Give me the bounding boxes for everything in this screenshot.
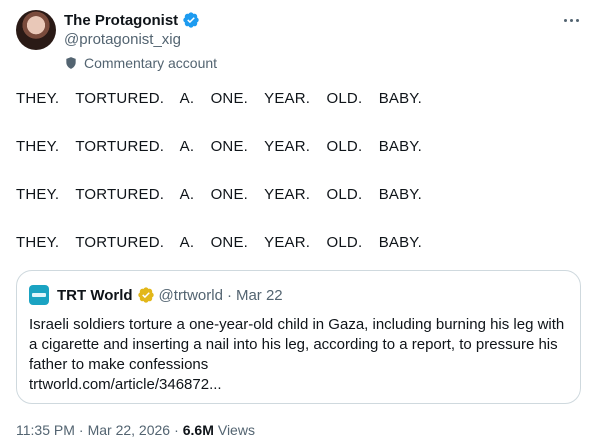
author-name-row: The Protagonist	[64, 11, 200, 29]
dot	[569, 18, 573, 22]
post-line: THEY. TORTURED. A. ONE. YEAR. OLD. BABY.	[16, 186, 422, 203]
quoted-author-handle: @trtworld	[158, 286, 223, 304]
post-line: THEY. TORTURED. A. ONE. YEAR. OLD. BABY.	[16, 90, 422, 107]
quoted-post-date: Mar 22	[235, 286, 283, 304]
post-meta: 11:35 PM · Mar 22, 2026 · 6.6M Views	[16, 422, 255, 438]
post-header: The Protagonist @protagonist_xig Comment…	[16, 10, 581, 74]
quoted-post-body: Israeli soldiers torture a one-year-old …	[29, 316, 565, 373]
quoted-author-avatar	[29, 285, 49, 305]
post-body: THEY. TORTURED. A. ONE. YEAR. OLD. BABY.…	[16, 90, 581, 282]
quoted-post-link[interactable]: trtworld.com/article/346872...	[29, 376, 222, 393]
author-display-name[interactable]: The Protagonist	[64, 12, 178, 29]
quoted-post-header: TRT World @trtworld · Mar 22	[29, 285, 283, 305]
quoted-post-text: Israeli soldiers torture a one-year-old …	[29, 315, 569, 395]
more-options-button[interactable]	[561, 14, 581, 26]
dot	[575, 18, 579, 22]
views-label: Views	[217, 422, 255, 438]
shield-icon	[66, 57, 76, 69]
views-count: 6.6M	[182, 422, 214, 438]
commentary-label: Commentary account	[64, 55, 217, 71]
dot	[563, 18, 567, 22]
separator-dot: ·	[174, 422, 179, 438]
post-date[interactable]: Mar 22, 2026	[88, 422, 171, 438]
author-handle[interactable]: @protagonist_xig	[64, 31, 181, 48]
post-time[interactable]: 11:35 PM	[16, 422, 75, 438]
verified-gold-badge-icon	[137, 287, 154, 303]
separator-dot: ·	[226, 286, 232, 304]
commentary-text: Commentary account	[84, 55, 218, 71]
quoted-post[interactable]: TRT World @trtworld · Mar 22 Israeli sol…	[16, 270, 581, 404]
separator-dot: ·	[78, 422, 84, 438]
verified-badge-icon	[183, 12, 199, 28]
author-avatar[interactable]	[16, 10, 56, 50]
quoted-author-name: TRT World	[57, 286, 133, 304]
post-line: THEY. TORTURED. A. ONE. YEAR. OLD. BABY.	[16, 138, 422, 155]
